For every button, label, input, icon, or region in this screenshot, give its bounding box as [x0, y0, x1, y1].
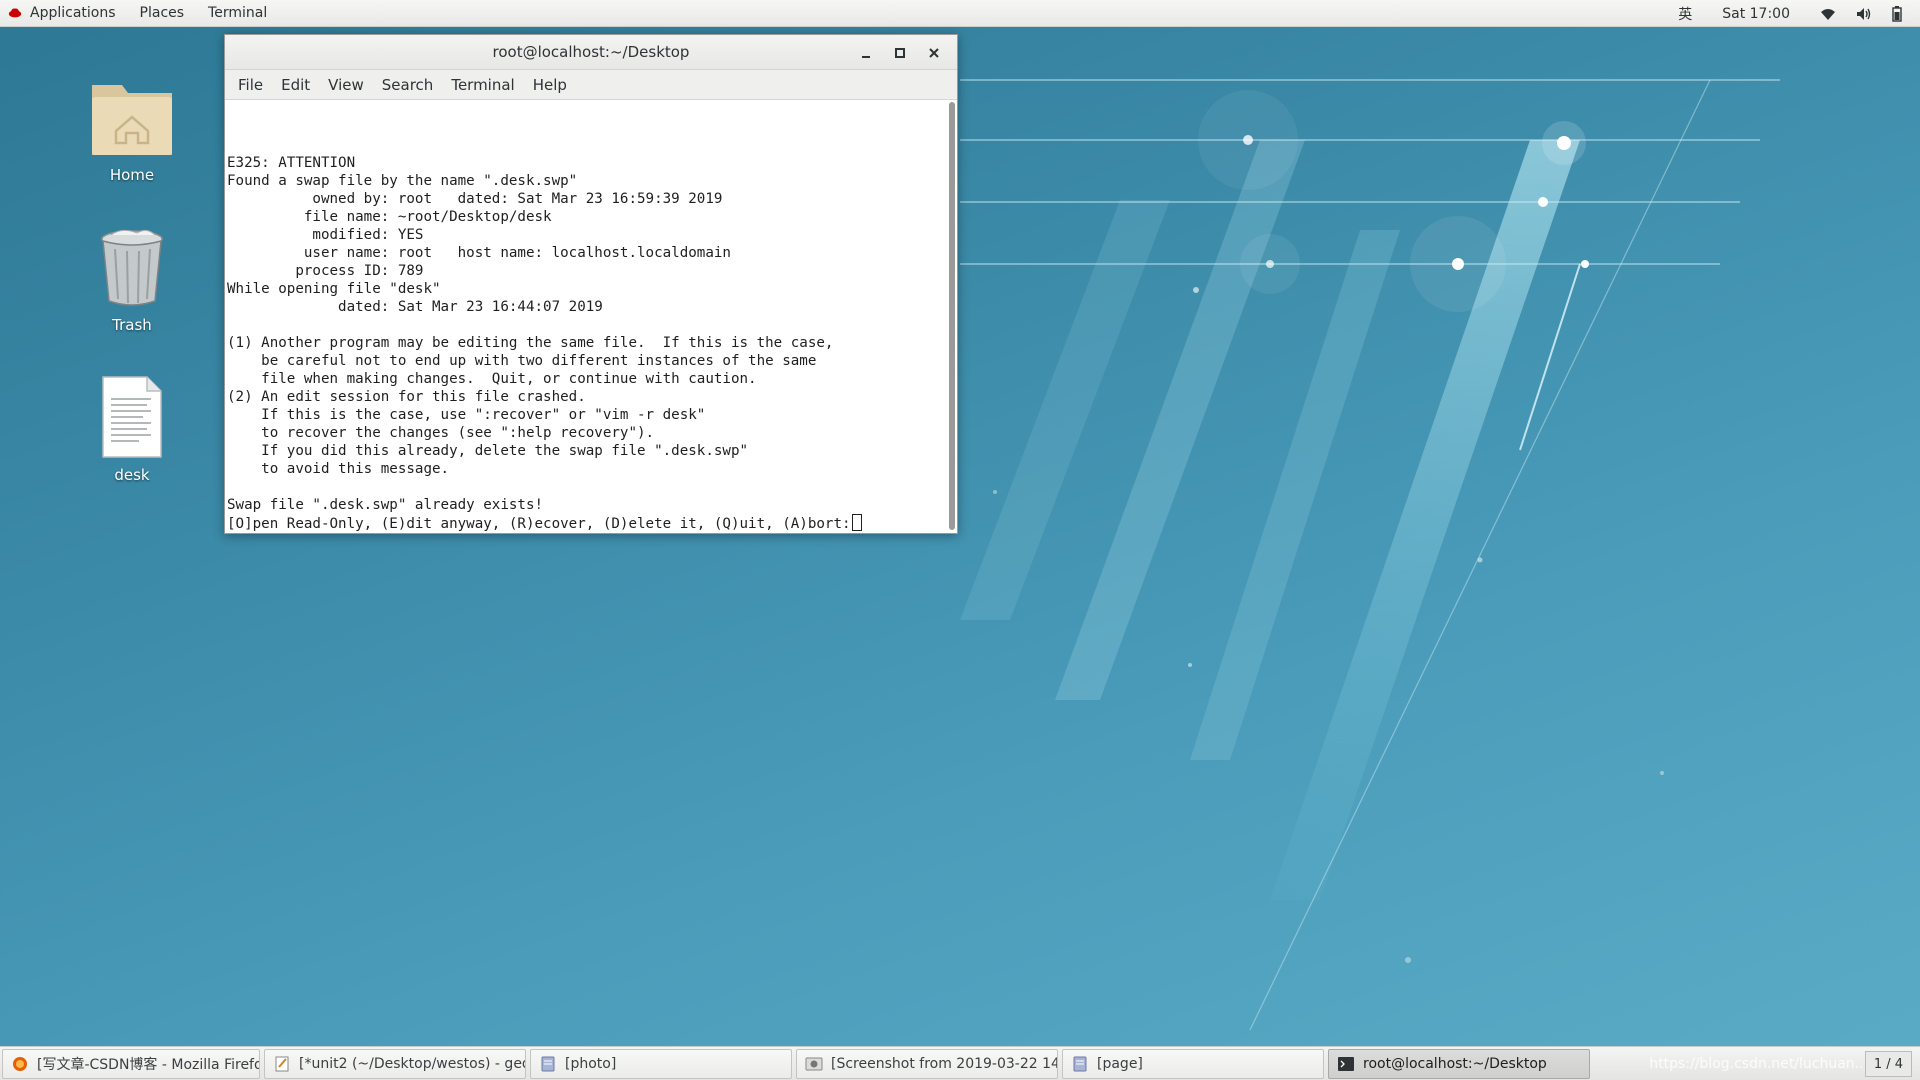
taskbar-item-page[interactable]: [page] [1062, 1048, 1324, 1079]
terminal-line: owned by: root dated: Sat Mar 23 16:59:3… [227, 191, 723, 207]
network-wifi-icon[interactable] [1812, 0, 1844, 27]
terminal-line: If you did this already, delete the swap… [227, 443, 749, 459]
taskbar-item-gedit[interactable]: [*unit2 (~/Desktop/westos) - gedit] [264, 1048, 526, 1079]
file-manager-icon [539, 1055, 557, 1073]
menu-file[interactable]: File [229, 76, 272, 94]
taskbar-item-label: [写文章-CSDN博客 - Mozilla Firefox] [37, 1056, 260, 1073]
home-folder-icon [87, 72, 177, 162]
terminal-scrollbar[interactable] [949, 102, 955, 530]
window-titlebar[interactable]: root@localhost:~/Desktop [225, 35, 957, 70]
file-manager-icon [1071, 1055, 1089, 1073]
terminal-text: E325: ATTENTION Found a swap file by the … [227, 100, 937, 532]
terminal-icon [1337, 1055, 1355, 1073]
top-panel: Applications Places Terminal 英 Sat 17:00 [0, 0, 1920, 27]
terminal-window: root@localhost:~/Desktop File Edit View … [224, 34, 958, 534]
desktop-icon-label: Trash [112, 316, 152, 334]
firefox-icon [11, 1055, 29, 1073]
text-cursor [851, 514, 862, 531]
terminal-output[interactable]: E325: ATTENTION Found a swap file by the … [225, 100, 957, 533]
watermark-text: https://blog.csdn.net/luchuan... [1649, 1056, 1868, 1072]
terminal-line: Found a swap file by the name ".desk.swp… [227, 173, 578, 189]
terminal-line: file name: ~root/Desktop/desk [227, 209, 552, 225]
volume-icon[interactable] [1848, 0, 1880, 27]
taskbar-item-terminal[interactable]: root@localhost:~/Desktop [1328, 1048, 1590, 1079]
taskbar-item-photo[interactable]: [photo] [530, 1048, 792, 1079]
menu-edit[interactable]: Edit [272, 76, 319, 94]
desktop-icon-trash[interactable]: Trash [77, 222, 187, 334]
terminal-line: dated: Sat Mar 23 16:44:07 2019 [227, 299, 603, 315]
taskbar-item-label: [photo] [565, 1055, 617, 1072]
terminal-line: to avoid this message. [227, 461, 450, 477]
terminal-prompt-line: [O]pen Read-Only, (E)dit anyway, (R)ecov… [227, 514, 937, 532]
terminal-menubar: File Edit View Search Terminal Help [225, 70, 957, 100]
terminal-line: user name: root host name: localhost.loc… [227, 245, 731, 261]
places-menu[interactable]: Places [128, 0, 197, 27]
clock[interactable]: Sat 17:00 [1704, 0, 1808, 27]
terminal-line: If this is the case, use ":recover" or "… [227, 407, 706, 423]
terminal-line: to recover the changes (see ":help recov… [227, 425, 655, 441]
menu-view[interactable]: View [319, 76, 373, 94]
applications-menu[interactable]: Applications [18, 0, 128, 27]
desktop-icon-label: Home [109, 166, 155, 184]
input-method-indicator[interactable]: 英 [1670, 0, 1700, 27]
battery-icon[interactable] [1884, 0, 1910, 27]
close-button[interactable] [919, 40, 949, 66]
terminal-line: Swap file ".desk.swp" already exists! [227, 497, 544, 513]
window-title: root@localhost:~/Desktop [492, 43, 690, 61]
minimize-button[interactable] [851, 40, 881, 66]
text-file-icon [87, 372, 177, 462]
image-viewer-icon [805, 1055, 823, 1073]
workspace-indicator[interactable]: 1 / 4 [1864, 1051, 1912, 1077]
desktop-icon-desk-file[interactable]: desk [77, 372, 187, 484]
terminal-app-menu[interactable]: Terminal [196, 0, 279, 27]
desktop-icon-home[interactable]: Home [77, 72, 187, 184]
bottom-taskbar: [写文章-CSDN博客 - Mozilla Firefox] [*unit2 (… [0, 1046, 1920, 1080]
taskbar-item-firefox[interactable]: [写文章-CSDN博客 - Mozilla Firefox] [2, 1048, 260, 1079]
terminal-line: be careful not to end up with two differ… [227, 353, 817, 369]
taskbar-item-label: [page] [1097, 1055, 1143, 1072]
terminal-line: (1) Another program may be editing the s… [227, 335, 834, 351]
terminal-line: While opening file "desk" [227, 281, 441, 297]
taskbar-item-label: [Screenshot from 2019-03-22 14-... [831, 1055, 1058, 1072]
trash-icon [87, 222, 177, 312]
taskbar-item-label: root@localhost:~/Desktop [1363, 1055, 1547, 1072]
terminal-line: file when making changes. Quit, or conti… [227, 371, 757, 387]
terminal-line: (2) An edit session for this file crashe… [227, 389, 586, 405]
terminal-prompt: [O]pen Read-Only, (E)dit anyway, (R)ecov… [227, 516, 851, 532]
terminal-line: process ID: 789 [227, 263, 424, 279]
taskbar-item-screenshot[interactable]: [Screenshot from 2019-03-22 14-... [796, 1048, 1058, 1079]
menu-search[interactable]: Search [373, 76, 443, 94]
desktop-icon-label: desk [114, 466, 150, 484]
menu-help[interactable]: Help [524, 76, 576, 94]
terminal-line: E325: ATTENTION [227, 155, 356, 171]
maximize-button[interactable] [885, 40, 915, 66]
menu-terminal[interactable]: Terminal [442, 76, 523, 94]
taskbar-item-label: [*unit2 (~/Desktop/westos) - gedit] [299, 1055, 526, 1072]
gedit-icon [273, 1055, 291, 1073]
terminal-line: modified: YES [227, 227, 424, 243]
